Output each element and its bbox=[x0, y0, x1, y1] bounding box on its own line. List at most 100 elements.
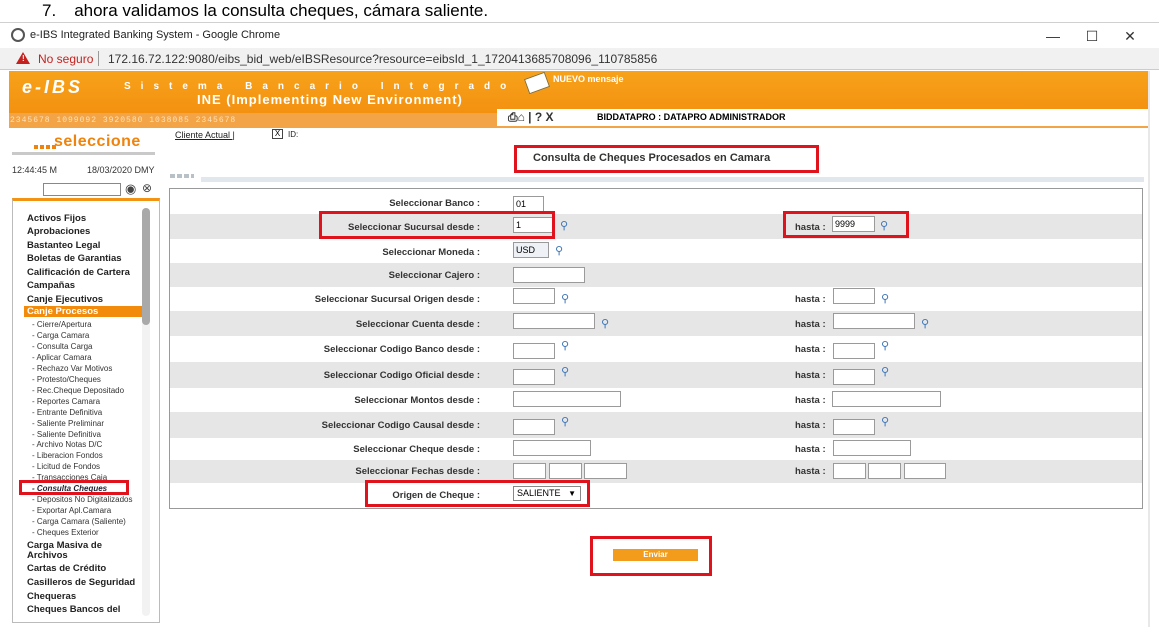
submenu-item-3[interactable]: - Aplicar Camara bbox=[32, 353, 92, 362]
montos-to-input[interactable] bbox=[832, 391, 941, 407]
codigo-banco-from-input[interactable] bbox=[513, 343, 555, 359]
menu-item-after-3[interactable]: Casilleros de Seguridad bbox=[27, 577, 135, 588]
moneda-input[interactable]: USD bbox=[513, 242, 549, 258]
submenu-item-18[interactable]: - Carga Camara (Saliente) bbox=[32, 517, 126, 526]
row-codigo-causal: Seleccionar Codigo Causal desde : ⚲ hast… bbox=[170, 412, 1142, 438]
search-icon[interactable]: ⚲ bbox=[881, 415, 889, 428]
search-icon[interactable]: ⚲ bbox=[881, 365, 889, 378]
codigo-banco-to-input[interactable] bbox=[833, 343, 875, 359]
label-hasta: hasta : bbox=[795, 370, 826, 381]
codigo-causal-to-input[interactable] bbox=[833, 419, 875, 435]
submenu-item-7[interactable]: - Reportes Camara bbox=[32, 397, 100, 406]
submenu-item-5[interactable]: - Protesto/Cheques bbox=[32, 375, 101, 384]
menu-item-1[interactable]: Aprobaciones bbox=[27, 226, 90, 237]
menu-item-3[interactable]: Boletas de Garantias bbox=[27, 253, 122, 264]
search-icon[interactable]: ⚲ bbox=[601, 317, 609, 330]
fecha-to-year-input[interactable] bbox=[904, 463, 946, 479]
search-icon[interactable]: ⚲ bbox=[561, 339, 569, 352]
search-icon[interactable]: ⚲ bbox=[561, 365, 569, 378]
id-checkbox[interactable]: X bbox=[272, 129, 283, 139]
menu-scroll-thumb[interactable] bbox=[142, 208, 150, 325]
submenu-item-0[interactable]: - Cierre/Apertura bbox=[32, 320, 92, 329]
submenu-item-11[interactable]: - Archivo Notas D/C bbox=[32, 440, 102, 449]
codigo-oficial-from-input[interactable] bbox=[513, 369, 555, 385]
instruction-caption: 7. ahora validamos la consulta cheques, c… bbox=[42, 1, 488, 21]
menu-item-2[interactable]: Bastanteo Legal bbox=[27, 240, 100, 251]
label-hasta: hasta : bbox=[795, 466, 826, 477]
fecha-from-year-input[interactable] bbox=[584, 463, 627, 479]
submenu-item-6[interactable]: - Rec.Cheque Depositado bbox=[32, 386, 124, 395]
close-button[interactable]: ✕ bbox=[1115, 25, 1145, 47]
caption-text: ahora validamos la consulta cheques, cám… bbox=[74, 1, 489, 20]
menu-item-5[interactable]: Campañas bbox=[27, 280, 75, 291]
fecha-from-month-input[interactable] bbox=[549, 463, 582, 479]
address-bar[interactable]: ! No seguro 172.16.72.122:9080/eibs_bid_… bbox=[0, 48, 1159, 70]
submenu-item-19[interactable]: - Cheques Exterior bbox=[32, 528, 99, 537]
enviar-button[interactable]: Enviar bbox=[613, 549, 698, 561]
security-status[interactable]: No seguro bbox=[38, 52, 93, 66]
submenu-item-12[interactable]: - Liberacion Fondos bbox=[32, 451, 103, 460]
search-icon[interactable]: ⚲ bbox=[881, 339, 889, 352]
toolbar-icons[interactable]: ⎙⌂ | ? X bbox=[508, 110, 554, 125]
submenu-item-17[interactable]: - Exportar Apl.Camara bbox=[32, 506, 111, 515]
minimize-button[interactable]: — bbox=[1038, 25, 1068, 47]
fecha-to-day-input[interactable] bbox=[833, 463, 866, 479]
fecha-to-month-input[interactable] bbox=[868, 463, 901, 479]
annotation-consulta-cheques bbox=[19, 480, 129, 495]
browser-title: e-IBS Integrated Banking System - Google… bbox=[30, 29, 281, 41]
label-hasta: hasta : bbox=[795, 319, 826, 330]
cheque-from-input[interactable] bbox=[513, 440, 591, 456]
system-name: Sistema Bancario Integrado bbox=[124, 81, 517, 92]
label-hasta: hasta : bbox=[795, 344, 826, 355]
menu-search-input[interactable] bbox=[43, 183, 121, 196]
menu-item-canje-procesos[interactable]: Canje Procesos bbox=[24, 306, 142, 317]
cuenta-from-input[interactable] bbox=[513, 313, 595, 329]
eye-icon[interactable]: ◉ bbox=[125, 181, 136, 197]
label-hasta: hasta : bbox=[795, 395, 826, 406]
montos-from-input[interactable] bbox=[513, 391, 621, 407]
row-sucursal: Seleccionar Sucursal desde : 1 ⚲ hasta :… bbox=[170, 214, 1142, 239]
search-icon[interactable]: ⚲ bbox=[561, 292, 569, 305]
menu-item-0[interactable]: Activos Fijos bbox=[27, 213, 86, 224]
menu-item-after-2[interactable]: Cartas de Crédito bbox=[27, 563, 106, 574]
banco-input[interactable]: 01 bbox=[513, 196, 544, 212]
cliente-actual-link[interactable]: Cliente Actual | bbox=[175, 130, 235, 140]
submenu-item-4[interactable]: - Rechazo Var Motivos bbox=[32, 364, 112, 373]
submenu-item-9[interactable]: - Saliente Preliminar bbox=[32, 419, 104, 428]
menu-item-after-1[interactable]: Archivos bbox=[27, 550, 68, 561]
submenu-item-10[interactable]: - Saliente Definitiva bbox=[32, 430, 101, 439]
menu-item-6[interactable]: Canje Ejecutivos bbox=[27, 294, 103, 305]
search-icon[interactable]: ⚲ bbox=[561, 415, 569, 428]
label-hasta: hasta : bbox=[795, 444, 826, 455]
submenu-item-2[interactable]: - Consulta Carga bbox=[32, 342, 92, 351]
maximize-button[interactable]: ☐ bbox=[1077, 25, 1107, 47]
banner-number-strip: 2345678 1099092 3920580 1038085 2345678 bbox=[10, 116, 237, 125]
search-icon[interactable]: ⚲ bbox=[881, 292, 889, 305]
id-label: ID: bbox=[288, 130, 299, 139]
caption-number: 7. bbox=[42, 1, 57, 20]
cajero-input[interactable] bbox=[513, 267, 585, 283]
label-codigo-causal: Seleccionar Codigo Causal desde : bbox=[321, 420, 480, 431]
submenu-item-1[interactable]: - Carga Camara bbox=[32, 331, 89, 340]
codigo-causal-from-input[interactable] bbox=[513, 419, 555, 435]
cheque-to-input[interactable] bbox=[833, 440, 911, 456]
submenu-item-8[interactable]: - Entrante Definitiva bbox=[32, 408, 102, 417]
menu-item-4[interactable]: Calificación de Cartera bbox=[27, 267, 130, 278]
url-text[interactable]: 172.16.72.122:9080/eibs_bid_web/eIBSReso… bbox=[108, 52, 657, 66]
menu-item-after-5[interactable]: Cheques Bancos del bbox=[27, 604, 120, 615]
search-icon[interactable]: ⚲ bbox=[555, 244, 563, 257]
menu-item-after-4[interactable]: Chequeras bbox=[27, 591, 76, 602]
submenu-item-16[interactable]: - Depositos No Digitalizados bbox=[32, 495, 133, 504]
fecha-from-day-input[interactable] bbox=[513, 463, 546, 479]
sucursal-origen-from-input[interactable] bbox=[513, 288, 555, 304]
new-message-link[interactable]: NUEVO mensaje bbox=[553, 74, 624, 84]
sucursal-origen-to-input[interactable] bbox=[833, 288, 875, 304]
search-icon[interactable]: ⚲ bbox=[921, 317, 929, 330]
eibs-logo: e-IBS bbox=[22, 77, 84, 97]
label-cajero: Seleccionar Cajero : bbox=[388, 270, 480, 281]
cuenta-to-input[interactable] bbox=[833, 313, 915, 329]
submenu-item-13[interactable]: - Licitud de Fondos bbox=[32, 462, 100, 471]
clear-icon[interactable]: ⊗ bbox=[142, 181, 152, 195]
search-icon[interactable]: ⚲ bbox=[560, 219, 568, 232]
codigo-oficial-to-input[interactable] bbox=[833, 369, 875, 385]
